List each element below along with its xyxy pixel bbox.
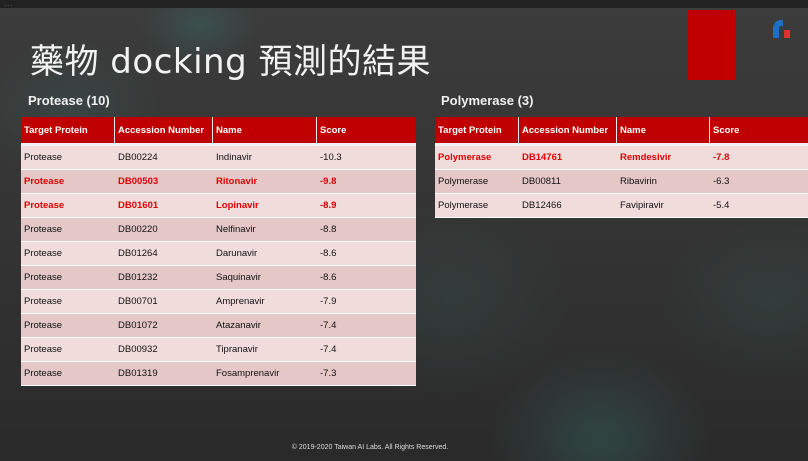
protease-heading: Protease (10): [28, 93, 110, 108]
column-header: Name: [213, 117, 317, 146]
cell-name: Nelfinavir: [213, 218, 317, 242]
taiwan-ai-labs-logo-icon: [773, 20, 790, 38]
table-row: Protease DB00701 Amprenavir -7.9: [21, 290, 416, 314]
table-row: Protease DB00224 Indinavir -10.3: [21, 146, 416, 170]
table-row: Polymerase DB00811 Ribavirin -6.3: [435, 170, 808, 194]
cell-score: -8.9: [317, 194, 416, 218]
copyright-footer: © 2019-2020 Taiwan AI Labs. All Rights R…: [291, 444, 449, 451]
cell-accession: DB01319: [115, 362, 213, 386]
protease-table: Target Protein Accession Number Name Sco…: [21, 117, 416, 386]
table-row: Protease DB01601 Lopinavir -8.9: [21, 194, 416, 218]
cell-accession: DB01072: [115, 314, 213, 338]
cell-accession: DB00701: [115, 290, 213, 314]
cell-score: -8.6: [317, 242, 416, 266]
column-header: Score: [710, 117, 808, 146]
cell-score: -10.3: [317, 146, 416, 170]
cell-accession: DB00220: [115, 218, 213, 242]
cell-name: Tipranavir: [213, 338, 317, 362]
cell-score: -7.3: [317, 362, 416, 386]
cell-name: Ribavirin: [617, 170, 710, 194]
cell-name: Remdesivir: [617, 146, 710, 170]
top-strip: ...: [0, 0, 808, 8]
cell-target: Polymerase: [435, 194, 519, 218]
cell-score: -8.8: [317, 218, 416, 242]
cell-name: Indinavir: [213, 146, 317, 170]
table-header-row: Target Protein Accession Number Name Sco…: [21, 117, 416, 146]
cell-name: Fosamprenavir: [213, 362, 317, 386]
column-header: Score: [317, 117, 416, 146]
cell-target: Protease: [21, 194, 115, 218]
cell-target: Protease: [21, 170, 115, 194]
cell-score: -7.8: [710, 146, 808, 170]
cell-score: -5.4: [710, 194, 808, 218]
cell-score: -8.6: [317, 266, 416, 290]
cell-accession: DB01601: [115, 194, 213, 218]
cell-target: Protease: [21, 362, 115, 386]
cell-score: -7.4: [317, 314, 416, 338]
cell-target: Polymerase: [435, 146, 519, 170]
cell-target: Protease: [21, 146, 115, 170]
cell-target: Protease: [21, 314, 115, 338]
table-row: Protease DB00932 Tipranavir -7.4: [21, 338, 416, 362]
cell-score: -7.9: [317, 290, 416, 314]
table-header-row: Target Protein Accession Number Name Sco…: [435, 117, 808, 146]
polymerase-heading: Polymerase (3): [441, 93, 534, 108]
cell-name: Favipiravir: [617, 194, 710, 218]
cell-name: Amprenavir: [213, 290, 317, 314]
cell-target: Polymerase: [435, 170, 519, 194]
column-header: Target Protein: [435, 117, 519, 146]
table-row: Protease DB00220 Nelfinavir -8.8: [21, 218, 416, 242]
cell-accession: DB14761: [519, 146, 617, 170]
cell-target: Protease: [21, 218, 115, 242]
table-row: Polymerase DB14761 Remdesivir -7.8: [435, 146, 808, 170]
cell-name: Saquinavir: [213, 266, 317, 290]
cell-accession: DB01232: [115, 266, 213, 290]
cell-target: Protease: [21, 338, 115, 362]
cell-target: Protease: [21, 290, 115, 314]
table-row: Protease DB01072 Atazanavir -7.4: [21, 314, 416, 338]
table-row: Protease DB01232 Saquinavir -8.6: [21, 266, 416, 290]
polymerase-table: Target Protein Accession Number Name Sco…: [435, 117, 808, 218]
slide-title: 藥物 docking 預測的結果: [30, 42, 431, 82]
cell-accession: DB12466: [519, 194, 617, 218]
column-header: Accession Number: [115, 117, 213, 146]
cell-name: Atazanavir: [213, 314, 317, 338]
table-row: Polymerase DB12466 Favipiravir -5.4: [435, 194, 808, 218]
cell-accession: DB00224: [115, 146, 213, 170]
table-row: Protease DB01264 Darunavir -8.6: [21, 242, 416, 266]
column-header: Accession Number: [519, 117, 617, 146]
cell-score: -6.3: [710, 170, 808, 194]
column-header: Name: [617, 117, 710, 146]
cell-accession: DB00811: [519, 170, 617, 194]
cell-score: -7.4: [317, 338, 416, 362]
table-row: Protease DB01319 Fosamprenavir -7.3: [21, 362, 416, 386]
cell-name: Darunavir: [213, 242, 317, 266]
cell-name: Lopinavir: [213, 194, 317, 218]
cell-target: Protease: [21, 242, 115, 266]
cell-accession: DB00503: [115, 170, 213, 194]
cell-target: Protease: [21, 266, 115, 290]
column-header: Target Protein: [21, 117, 115, 146]
cell-name: Ritonavir: [213, 170, 317, 194]
cell-accession: DB01264: [115, 242, 213, 266]
cell-accession: DB00932: [115, 338, 213, 362]
cell-score: -9.8: [317, 170, 416, 194]
red-accent-bar: [688, 10, 735, 80]
table-row: Protease DB00503 Ritonavir -9.8: [21, 170, 416, 194]
